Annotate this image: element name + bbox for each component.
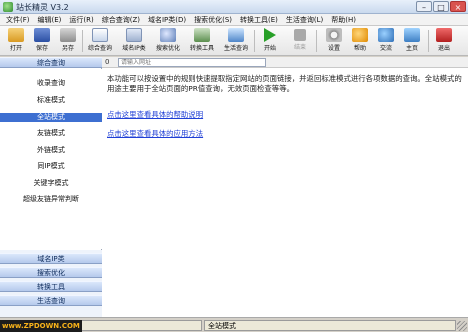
compose-query-icon bbox=[92, 28, 108, 42]
exit-button[interactable]: 退出 bbox=[432, 28, 456, 55]
save-label: 保存 bbox=[35, 45, 48, 52]
help-label: 帮助 bbox=[353, 45, 366, 52]
composite-query-button[interactable]: 综合查询 bbox=[84, 28, 116, 55]
composite-query-label: 综合查询 bbox=[87, 45, 112, 52]
url-bar: 0 bbox=[102, 57, 468, 68]
menu-bar: 文件(F) 编辑(E) 运行(R) 综合查询(Z) 域名IP类(D) 搜索优化(… bbox=[0, 14, 468, 26]
convert-tools-button[interactable]: 转换工具 bbox=[186, 28, 218, 55]
sidebar-section-domain-ip[interactable]: 域名IP类 bbox=[0, 253, 102, 264]
menu-help[interactable]: 帮助(H) bbox=[327, 14, 360, 25]
start-label: 开始 bbox=[263, 45, 276, 52]
convert-tools-label: 转换工具 bbox=[189, 45, 214, 52]
toolbar-divider bbox=[254, 30, 255, 52]
resize-grip-icon[interactable] bbox=[457, 321, 467, 331]
chat-label: 交流 bbox=[379, 45, 392, 52]
search-optimize-label: 搜索优化 bbox=[155, 45, 180, 52]
url-input[interactable] bbox=[118, 58, 266, 67]
save-icon bbox=[34, 28, 50, 42]
sidebar-item-indexed[interactable]: 收录查询 bbox=[0, 79, 102, 88]
menu-life-query[interactable]: 生活查询(L) bbox=[282, 14, 327, 25]
save-as-button[interactable]: 另存 bbox=[56, 28, 80, 55]
sidebar-item-same-ip[interactable]: 同IP模式 bbox=[0, 162, 102, 171]
domain-ip-button[interactable]: 域名IP类 bbox=[118, 28, 150, 55]
window-title: 站长精灵 V3.2 bbox=[16, 3, 69, 12]
sidebar-header-composite-query[interactable]: 综合查询 bbox=[0, 57, 102, 68]
start-icon bbox=[264, 28, 276, 42]
stop-icon bbox=[294, 29, 306, 41]
life-query-icon bbox=[228, 28, 244, 42]
close-icon[interactable]: × bbox=[450, 1, 466, 12]
sidebar-section-life-query[interactable]: 生活查询 bbox=[0, 295, 102, 306]
start-button[interactable]: 开始 bbox=[258, 28, 282, 55]
usage-link[interactable]: 点击这里查看具体的应用方法 bbox=[107, 129, 203, 139]
feature-description: 本功能可以按设置中的规则快速提取指定网站的页面链接，并返回标准模式进行各项数据的… bbox=[107, 74, 462, 93]
sidebar-item-friend-links[interactable]: 友链模式 bbox=[0, 129, 102, 138]
menu-composite-query[interactable]: 综合查询(Z) bbox=[98, 14, 144, 25]
sidebar: 综合查询 收录查询 标准模式 全站模式 友链模式 外链模式 同IP模式 关键字模… bbox=[0, 57, 102, 317]
menu-domain-ip[interactable]: 域名IP类(D) bbox=[144, 14, 190, 25]
title-bar: 站长精灵 V3.2 – □ × bbox=[0, 0, 468, 14]
search-optimize-button[interactable]: 搜索优化 bbox=[152, 28, 184, 55]
home-icon bbox=[404, 28, 420, 42]
settings-button[interactable]: 设置 bbox=[322, 28, 346, 55]
life-query-button[interactable]: 生活查询 bbox=[220, 28, 252, 55]
exit-label: 退出 bbox=[437, 45, 450, 52]
domain-ip-label: 域名IP类 bbox=[122, 45, 146, 52]
menu-file[interactable]: 文件(F) bbox=[2, 14, 34, 25]
search-optimize-icon bbox=[160, 28, 176, 42]
watermark: www.ZPDOWN.COM bbox=[0, 320, 82, 332]
menu-search-optimize[interactable]: 搜索优化(S) bbox=[190, 14, 236, 25]
row-number: 0 bbox=[105, 58, 110, 66]
life-query-label: 生活查询 bbox=[223, 45, 248, 52]
stop-button[interactable]: 结束 bbox=[288, 28, 312, 55]
toolbar-divider bbox=[82, 30, 83, 52]
save-button[interactable]: 保存 bbox=[30, 28, 54, 55]
settings-icon bbox=[326, 28, 342, 42]
save-as-icon bbox=[60, 28, 76, 42]
help-link[interactable]: 点击这里查看具体的帮助说明 bbox=[107, 110, 203, 120]
sidebar-item-full-site[interactable]: 全站模式 bbox=[0, 113, 102, 122]
sidebar-section-convert-tools[interactable]: 转换工具 bbox=[0, 281, 102, 292]
toolbar-divider bbox=[316, 30, 317, 52]
help-icon bbox=[352, 28, 368, 42]
open-label: 打开 bbox=[9, 45, 22, 52]
sidebar-item-keyword[interactable]: 关键字模式 bbox=[0, 179, 102, 188]
sidebar-item-standard[interactable]: 标准模式 bbox=[0, 96, 102, 105]
help-button[interactable]: 帮助 bbox=[348, 28, 372, 55]
settings-label: 设置 bbox=[327, 45, 340, 52]
minimize-icon[interactable]: – bbox=[416, 1, 432, 12]
sidebar-section-search-optimize[interactable]: 搜索优化 bbox=[0, 267, 102, 278]
sidebar-item-external-links[interactable]: 外链模式 bbox=[0, 146, 102, 155]
chat-button[interactable]: 交流 bbox=[374, 28, 398, 55]
sidebar-item-friend-link-check[interactable]: 超级友链异常判断 bbox=[0, 195, 102, 204]
home-button[interactable]: 主页 bbox=[400, 28, 424, 55]
sidebar-sections: 域名IP类 搜索优化 转换工具 生活查询 bbox=[0, 250, 102, 317]
home-label: 主页 bbox=[405, 45, 418, 52]
maximize-icon[interactable]: □ bbox=[433, 1, 449, 12]
menu-run[interactable]: 运行(R) bbox=[65, 14, 97, 25]
window-controls: – □ × bbox=[416, 1, 466, 12]
main-panel: 0 本功能可以按设置中的规则快速提取指定网站的页面链接，并返回标准模式进行各项数… bbox=[102, 57, 468, 317]
save-as-label: 另存 bbox=[61, 45, 74, 52]
open-folder-icon bbox=[8, 28, 24, 42]
domain-ip-icon bbox=[126, 28, 142, 42]
exit-icon bbox=[436, 28, 452, 42]
toolbar-divider bbox=[428, 30, 429, 52]
menu-edit[interactable]: 编辑(E) bbox=[34, 14, 66, 25]
chat-icon bbox=[378, 28, 394, 42]
menu-convert-tools[interactable]: 转换工具(E) bbox=[236, 14, 282, 25]
status-mode: 全站模式 bbox=[204, 320, 456, 331]
stop-label: 结束 bbox=[293, 44, 306, 51]
app-logo-icon bbox=[3, 2, 13, 12]
open-button[interactable]: 打开 bbox=[4, 28, 28, 55]
sidebar-list: 收录查询 标准模式 全站模式 友链模式 外链模式 同IP模式 关键字模式 超级友… bbox=[0, 69, 102, 249]
convert-tools-icon bbox=[194, 28, 210, 42]
toolbar: 打开 保存 另存 综合查询 域名IP类 搜索优化 转换工具 生活查询 开始 结束 bbox=[0, 26, 468, 56]
